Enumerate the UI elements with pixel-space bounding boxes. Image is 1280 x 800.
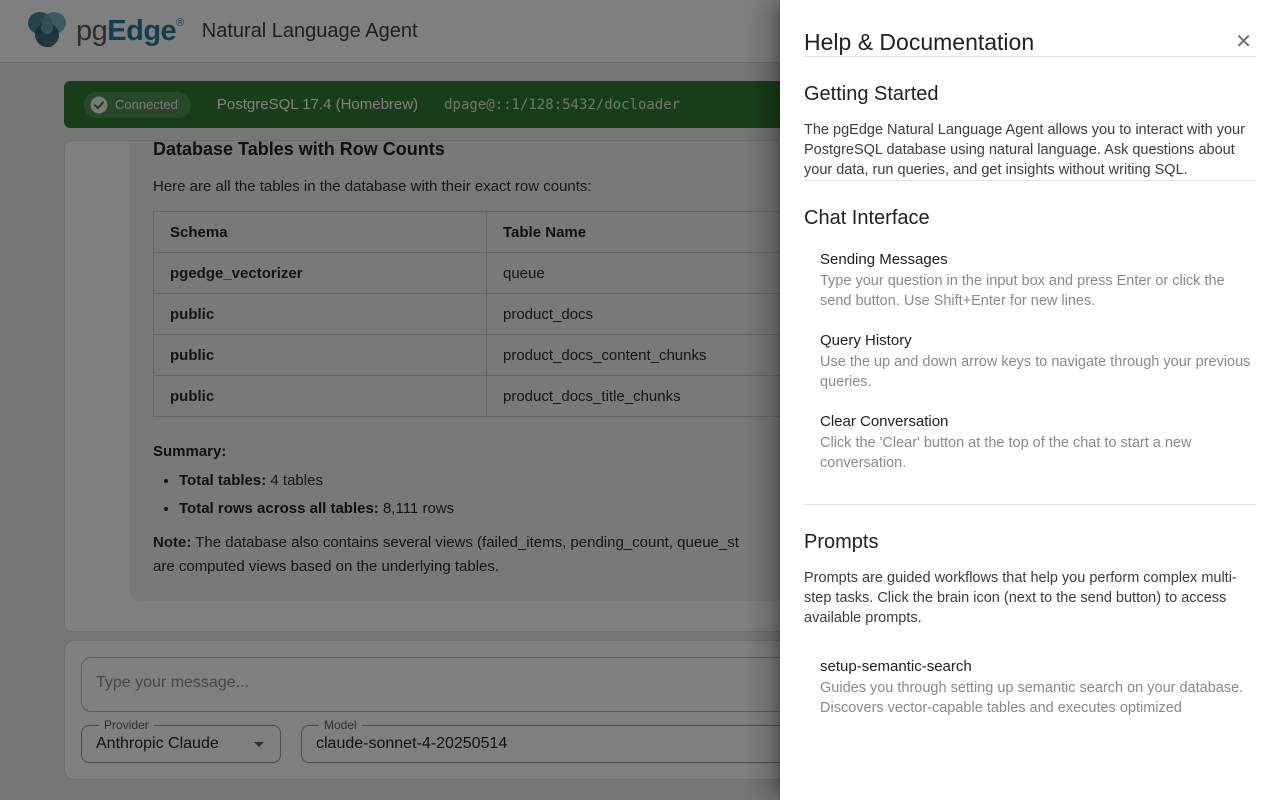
help-item-clear-conversation: Clear Conversation Click the 'Clear' but…: [820, 413, 1256, 473]
close-icon[interactable]: ✕: [1231, 28, 1256, 56]
help-item-sending-messages: Sending Messages Type your question in t…: [820, 251, 1256, 311]
prompts-body: Prompts are guided workflows that help y…: [804, 568, 1256, 628]
prompts-items: setup-semantic-search Guides you through…: [820, 658, 1256, 718]
chat-interface-items: Sending Messages Type your question in t…: [820, 251, 1256, 473]
section-prompts: Prompts: [804, 531, 1256, 554]
section-chat-interface: Chat Interface: [804, 207, 1256, 230]
getting-started-body: The pgEdge Natural Language Agent allows…: [804, 120, 1256, 180]
drawer-header: Help & Documentation ✕: [804, 0, 1256, 56]
help-drawer: Help & Documentation ✕ Getting Started T…: [780, 0, 1280, 800]
help-item-setup-semantic-search: setup-semantic-search Guides you through…: [820, 658, 1256, 718]
help-item-query-history: Query History Use the up and down arrow …: [820, 332, 1256, 392]
drawer-title: Help & Documentation: [804, 29, 1034, 56]
section-getting-started: Getting Started: [804, 83, 1256, 106]
